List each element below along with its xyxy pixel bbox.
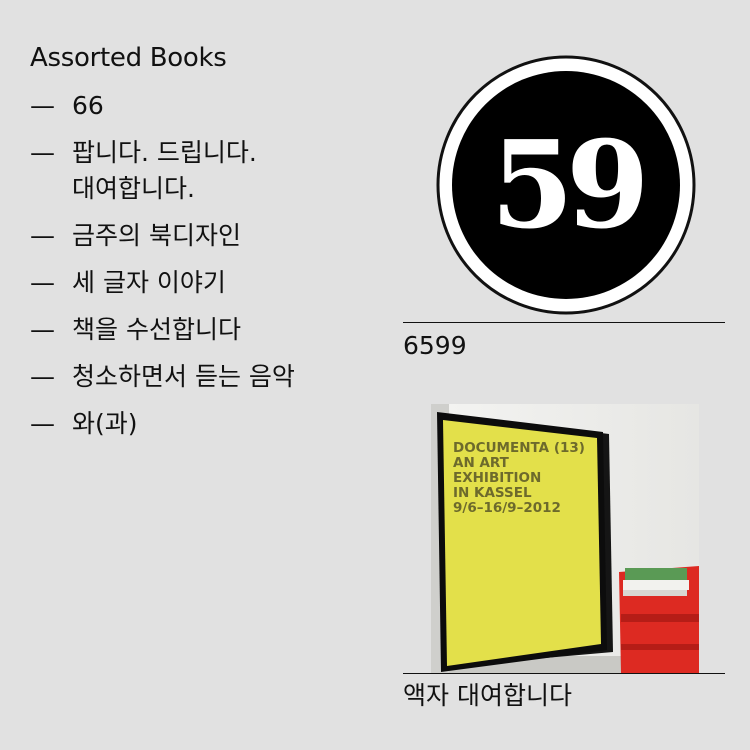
menu-item-label: 와(과)	[72, 409, 138, 438]
dash-icon: —	[30, 362, 55, 391]
dash-icon: —	[30, 268, 55, 297]
poster-line: 9/6–16/9–2012	[453, 500, 561, 516]
menu-item-label: 금주의 북디자인	[72, 221, 241, 250]
menu-item-label: 청소하면서 듣는 음악	[72, 362, 295, 391]
divider	[403, 673, 725, 674]
nav-menu: — 66 — 팝니다. 드립니다. 대여합니다. — 금주의 북디자인 — 세 …	[30, 88, 390, 442]
poster-photo-image: DOCUMENTA (13) AN ART EXHIBITION IN KASS…	[431, 404, 699, 673]
sidebar: Assorted Books — 66 — 팝니다. 드립니다. 대여합니다. …	[30, 40, 390, 453]
menu-item-label: 책을 수선합니다	[72, 315, 241, 344]
dash-icon: —	[30, 409, 55, 438]
dash-icon: —	[30, 315, 55, 344]
dash-icon: —	[30, 91, 55, 120]
menu-item-three-letter-story[interactable]: — 세 글자 이야기	[30, 265, 390, 301]
poster-line: DOCUMENTA (13)	[453, 440, 585, 456]
menu-item-label: 세 글자 이야기	[72, 268, 226, 297]
poster-line: IN KASSEL	[453, 485, 532, 501]
menu-item-book-design[interactable]: — 금주의 북디자인	[30, 218, 390, 254]
site-title[interactable]: Assorted Books	[30, 40, 390, 76]
menu-item-cleaning-music[interactable]: — 청소하면서 듣는 음악	[30, 359, 390, 395]
menu-item-label: 팝니다. 드립니다. 대여합니다.	[72, 138, 257, 203]
menu-item-and[interactable]: — 와(과)	[30, 406, 390, 442]
menu-item-66[interactable]: — 66	[30, 88, 390, 124]
dash-icon: —	[30, 138, 55, 167]
feature-caption-frame-rental[interactable]: 액자 대여합니다	[403, 679, 572, 713]
logo-number: 59	[491, 115, 642, 256]
poster-line: EXHIBITION	[453, 470, 541, 486]
menu-item-sell-give-rent[interactable]: — 팝니다. 드립니다. 대여합니다.	[30, 135, 390, 207]
dash-icon: —	[30, 221, 55, 250]
feature-caption-6599[interactable]: 6599	[403, 329, 467, 363]
poster-line: AN ART	[453, 455, 510, 471]
number-59-logo[interactable]: 59	[436, 55, 696, 315]
divider	[403, 322, 725, 323]
menu-item-label: 66	[72, 91, 104, 120]
menu-item-book-repair[interactable]: — 책을 수선합니다	[30, 312, 390, 348]
frame-rental-photo[interactable]: DOCUMENTA (13) AN ART EXHIBITION IN KASS…	[431, 404, 699, 673]
